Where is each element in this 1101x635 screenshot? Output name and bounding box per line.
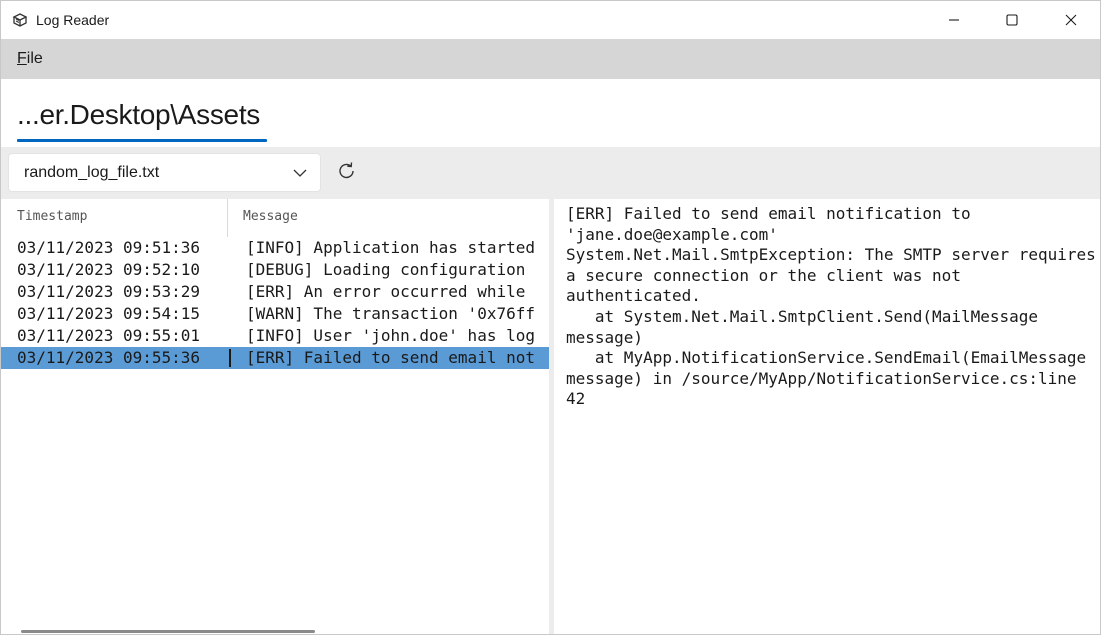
table-row[interactable]: 03/11/2023 09:54:15 [WARN] The transacti… bbox=[1, 303, 549, 325]
menu-file-accesskey: F bbox=[17, 50, 27, 67]
table-row-selected[interactable]: 03/11/2023 09:55:36 [ERR] Failed to send… bbox=[1, 347, 549, 369]
row-message: [DEBUG] Loading configuration bbox=[246, 260, 526, 279]
title-bar[interactable]: Log Reader bbox=[1, 1, 1100, 39]
row-message: [ERR] An error occurred while bbox=[246, 282, 526, 301]
refresh-icon bbox=[339, 162, 354, 179]
path-accent-underline bbox=[17, 139, 267, 142]
row-timestamp: 03/11/2023 09:55:36 bbox=[17, 348, 201, 367]
table-row[interactable]: 03/11/2023 09:53:29 [ERR] An error occur… bbox=[1, 281, 549, 303]
maximize-button[interactable] bbox=[983, 1, 1041, 39]
row-timestamp: 03/11/2023 09:54:15 bbox=[17, 304, 201, 323]
close-icon bbox=[1065, 14, 1077, 26]
log-detail-text: [ERR] Failed to send email notification … bbox=[566, 204, 1096, 409]
table-row[interactable]: 03/11/2023 09:52:10 [DEBUG] Loading conf… bbox=[1, 259, 549, 281]
close-button[interactable] bbox=[1042, 1, 1100, 39]
column-header-timestamp[interactable]: Timestamp bbox=[1, 199, 227, 237]
log-file-dropdown[interactable]: random_log_file.txt bbox=[8, 153, 321, 192]
maximize-icon bbox=[1006, 14, 1018, 26]
toolbar: random_log_file.txt bbox=[1, 147, 1100, 199]
log-rows: 03/11/2023 09:51:36 [INFO] Application h… bbox=[1, 237, 549, 369]
minimize-button[interactable] bbox=[925, 1, 983, 39]
table-row[interactable]: 03/11/2023 09:55:01 [INFO] User 'john.do… bbox=[1, 325, 549, 347]
row-timestamp: 03/11/2023 09:52:10 bbox=[17, 260, 201, 279]
minimize-icon bbox=[949, 19, 959, 21]
chevron-down-icon bbox=[293, 169, 307, 177]
row-message: [INFO] User 'john.doe' has log bbox=[246, 326, 535, 345]
row-message: [ERR] Failed to send email not bbox=[246, 348, 535, 367]
column-header-message[interactable]: Message bbox=[228, 199, 549, 237]
refresh-button[interactable] bbox=[333, 157, 361, 185]
row-message: [WARN] The transaction '0x76ff bbox=[246, 304, 535, 323]
table-row[interactable]: 03/11/2023 09:51:36 [INFO] Application h… bbox=[1, 237, 549, 259]
selected-log-file: random_log_file.txt bbox=[24, 164, 160, 181]
menu-file-label: ile bbox=[26, 50, 43, 67]
horizontal-scrollbar[interactable] bbox=[21, 630, 315, 633]
row-timestamp: 03/11/2023 09:51:36 bbox=[17, 238, 201, 257]
log-entries-table[interactable]: Timestamp Message 03/11/2023 09:51:36 [I… bbox=[1, 199, 549, 634]
log-reader-window: Log Reader File ...er.Desktop\Assets ran… bbox=[0, 0, 1101, 635]
row-message: [INFO] Application has started bbox=[246, 238, 535, 257]
menu-file[interactable]: File bbox=[17, 50, 43, 68]
row-timestamp: 03/11/2023 09:53:29 bbox=[17, 282, 201, 301]
log-reader-app-icon bbox=[11, 11, 29, 29]
menu-bar: File bbox=[1, 39, 1100, 79]
row-timestamp: 03/11/2023 09:55:01 bbox=[17, 326, 201, 345]
window-title: Log Reader bbox=[36, 12, 110, 28]
selection-cursor bbox=[229, 349, 231, 367]
folder-path-title: ...er.Desktop\Assets bbox=[17, 99, 260, 130]
log-detail-pane[interactable]: [ERR] Failed to send email notification … bbox=[554, 199, 1100, 634]
